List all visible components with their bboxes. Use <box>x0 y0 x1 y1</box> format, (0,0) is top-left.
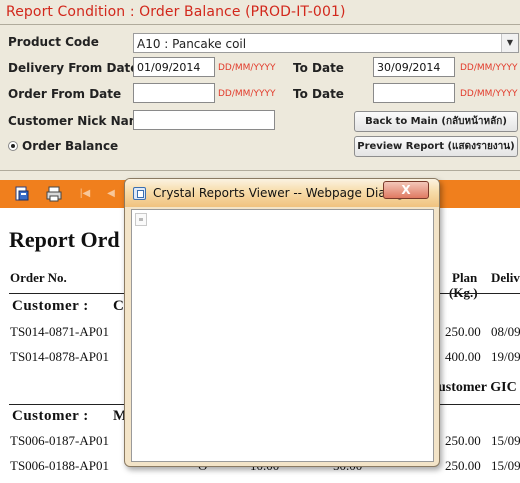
order-from-label: Order From Date <box>8 87 122 101</box>
order-from-format-hint: DD/MM/YYYY <box>218 89 276 99</box>
chevron-down-icon[interactable]: ▼ <box>501 34 518 52</box>
dialog-title: Crystal Reports Viewer -- Webpage Dialog <box>153 186 404 200</box>
customer-nick-label: Customer Nick Name <box>8 114 150 128</box>
report-title: Report Ord <box>9 227 120 252</box>
export-icon[interactable] <box>13 185 31 203</box>
close-button[interactable]: X <box>383 181 429 199</box>
row2-plan: 400.00 <box>445 349 481 364</box>
row1-delivery: 08/09 <box>491 324 520 339</box>
previous-page-icon[interactable]: ◀ <box>102 185 120 203</box>
webpage-dialog-icon <box>133 187 146 200</box>
delivery-to-input[interactable]: 30/09/2014 <box>373 57 455 77</box>
order-to-format-hint: DD/MM/YYYY <box>460 89 518 99</box>
group2-label: Customer : <box>12 408 89 424</box>
back-to-main-button[interactable]: Back to Main (กลับหน้าหลัก) <box>354 111 518 132</box>
col-delivery: Deliv <box>491 270 520 285</box>
broken-image-icon <box>135 213 147 226</box>
form-divider <box>0 170 520 171</box>
row3-order: TS006-0187-AP01 <box>10 433 109 448</box>
group1-footer: ustomer GIC <box>438 380 517 395</box>
order-to-label: To Date <box>293 87 344 101</box>
report-condition-form: Report Condition : Order Balance (PROD-I… <box>0 0 520 180</box>
row3-plan: 250.00 <box>445 433 481 448</box>
preview-report-button[interactable]: Preview Report (แสดงรายงาน) <box>354 136 518 157</box>
row4-order: TS006-0188-AP01 <box>10 458 109 473</box>
delivery-to-format-hint: DD/MM/YYYY <box>460 63 518 73</box>
order-from-input[interactable] <box>133 83 215 103</box>
dialog-content <box>131 209 434 462</box>
product-code-label: Product Code <box>8 35 99 49</box>
row2-delivery: 19/09 <box>491 349 520 364</box>
row2-order: TS014-0878-AP01 <box>10 349 109 364</box>
row1-plan: 250.00 <box>445 324 481 339</box>
col-order-no: Order No. <box>10 270 67 285</box>
delivery-to-label: To Date <box>293 61 344 75</box>
row3-delivery: 15/09 <box>491 433 520 448</box>
order-to-input[interactable] <box>373 83 455 103</box>
product-code-value: A10 : Pancake coil <box>137 37 247 51</box>
order-balance-label: Order Balance <box>22 139 119 153</box>
dialog-titlebar[interactable]: Crystal Reports Viewer -- Webpage Dialog… <box>125 179 439 207</box>
first-page-icon[interactable]: |◀ <box>76 185 94 203</box>
print-icon[interactable] <box>45 185 63 203</box>
row4-plan: 250.00 <box>445 458 481 473</box>
crystal-reports-dialog[interactable]: Crystal Reports Viewer -- Webpage Dialog… <box>124 178 440 467</box>
delivery-from-label: Delivery From Date <box>8 61 139 75</box>
row4-delivery: 15/09 <box>491 458 520 473</box>
row1-order: TS014-0871-AP01 <box>10 324 109 339</box>
group1-label: Customer : <box>12 298 89 314</box>
delivery-from-input[interactable]: 01/09/2014 <box>133 57 215 77</box>
product-code-select[interactable]: A10 : Pancake coil ▼ <box>133 33 519 53</box>
title-divider <box>0 24 520 25</box>
order-balance-radio[interactable] <box>8 141 18 151</box>
page-title: Report Condition : Order Balance (PROD-I… <box>6 4 346 20</box>
group1-name: C <box>113 298 125 314</box>
col-plan: Plan <box>452 270 478 285</box>
customer-nick-input[interactable] <box>133 110 275 130</box>
delivery-from-format-hint: DD/MM/YYYY <box>218 63 276 73</box>
